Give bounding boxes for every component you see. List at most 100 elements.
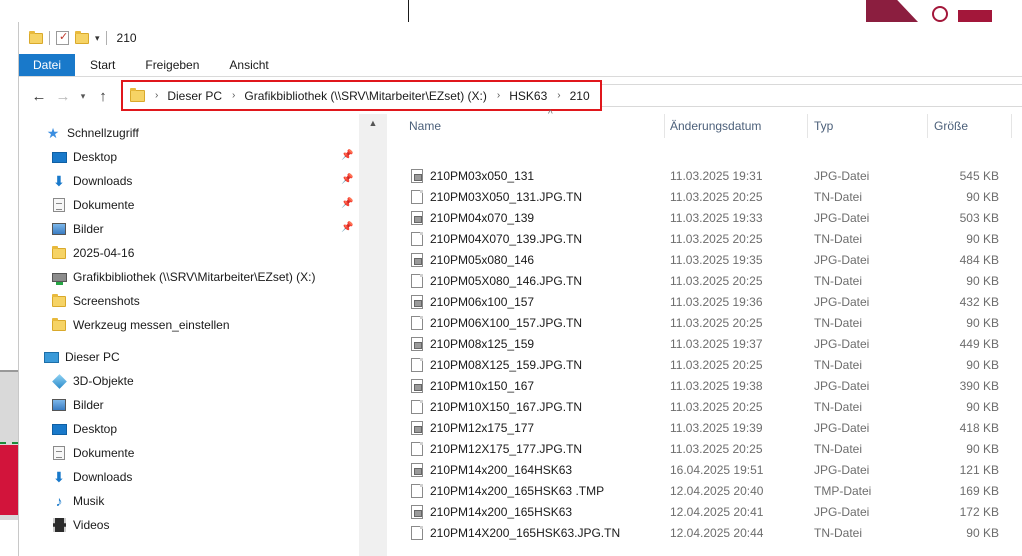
- file-type: TN-Datei: [814, 399, 863, 414]
- file-row[interactable]: 210PM04X070_139.JPG.TN 11.03.2025 20:25 TN…: [387, 228, 1022, 249]
- file-name: 210PM06x100_157: [430, 294, 535, 309]
- file-row[interactable]: 210PM05X080_146.JPG.TN 11.03.2025 20:25 TN…: [387, 270, 1022, 291]
- nav-this-pc[interactable]: Dieser PC: [43, 346, 120, 368]
- nav-label: Werkzeug messen_einstellen: [73, 318, 230, 332]
- address-bar-empty-area[interactable]: [602, 84, 1022, 107]
- nav-label: Schnellzugriff: [67, 126, 139, 140]
- file-row[interactable]: 210PM14X200_165HSK63.JPG.TN 12.04.2025 20…: [387, 522, 1022, 543]
- address-bar[interactable]: › Dieser PC › Grafikbibliothek (\\SRV\Mi…: [121, 80, 602, 111]
- pin-icon[interactable]: 📌: [341, 198, 353, 209]
- breadcrumb-drive[interactable]: Grafikbibliothek (\\SRV\Mitarbeiter\EZse…: [244, 89, 487, 103]
- file-date: 16.04.2025 19:51: [670, 462, 764, 477]
- pin-icon[interactable]: 📌: [341, 222, 353, 233]
- tab-view[interactable]: Ansicht: [214, 54, 283, 76]
- column-header-size[interactable]: Größe: [934, 114, 1004, 138]
- column-divider[interactable]: [664, 114, 665, 138]
- file-name: 210PM08X125_159.JPG.TN: [430, 357, 583, 372]
- column-divider[interactable]: [807, 114, 808, 138]
- recent-locations-chevron-icon[interactable]: ▾: [75, 91, 91, 102]
- file-row[interactable]: 210PM08x125_159 11.03.2025 19:37 JPG-Datei…: [387, 333, 1022, 354]
- customize-quick-access-icon[interactable]: ▾: [95, 33, 100, 44]
- column-divider[interactable]: [1011, 114, 1012, 138]
- chevron-right-icon[interactable]: ›: [497, 90, 500, 101]
- column-header-name[interactable]: Name ^: [409, 109, 659, 138]
- nav-item-pc-pictures[interactable]: Bilder: [51, 394, 104, 416]
- nav-item-videos[interactable]: Videos: [51, 514, 109, 536]
- folder-icon: [51, 245, 67, 261]
- nav-scrollbar[interactable]: [359, 114, 387, 556]
- file-row[interactable]: 210PM12X175_177.JPG.TN 11.03.2025 20:25 TN…: [387, 438, 1022, 459]
- forward-arrow-icon[interactable]: →: [51, 88, 75, 105]
- file-name: 210PM14x200_165HSK63 .TMP: [430, 483, 605, 498]
- file-row[interactable]: 210PM04x070_139 11.03.2025 19:33 JPG-Datei…: [387, 207, 1022, 228]
- chevron-right-icon[interactable]: ›: [232, 90, 235, 101]
- network-drive-icon: [51, 269, 67, 285]
- nav-item-3d-objects[interactable]: 3D-Objekte: [51, 370, 134, 392]
- file-date: 11.03.2025 19:35: [670, 252, 763, 267]
- nav-item-pictures[interactable]: Bilder: [51, 218, 104, 240]
- file-name: 210PM12x175_177: [430, 420, 535, 435]
- nav-item-music[interactable]: ♪ Musik: [51, 490, 105, 512]
- nav-item-screenshots[interactable]: Screenshots: [51, 290, 140, 312]
- background-graphic-node: [932, 6, 948, 22]
- nav-label: Dieser PC: [65, 350, 120, 364]
- back-arrow-icon[interactable]: ←: [27, 88, 51, 105]
- file-row[interactable]: 210PM14x200_165HSK63 12.04.2025 20:41 JPG-…: [387, 501, 1022, 522]
- column-header-date[interactable]: Änderungsdatum: [670, 114, 806, 138]
- file-date: 11.03.2025 19:33: [670, 210, 763, 225]
- file-size: 90 KB: [966, 357, 999, 372]
- file-row[interactable]: 210PM06X100_157.JPG.TN 11.03.2025 20:25 TN…: [387, 312, 1022, 333]
- breadcrumb-this-pc[interactable]: Dieser PC: [167, 89, 222, 103]
- file-row[interactable]: 210PM14x200_164HSK63 16.04.2025 19:51 JPG-…: [387, 459, 1022, 480]
- breadcrumb-current[interactable]: 210: [570, 89, 590, 103]
- file-row[interactable]: 210PM03x050_131 11.03.2025 19:31 JPG-Datei…: [387, 165, 1022, 186]
- downloads-icon: ⬇: [53, 172, 65, 189]
- documents-icon-shape: [53, 446, 65, 460]
- videos-icon-shape: [52, 518, 66, 532]
- nav-item-desktop[interactable]: Desktop: [51, 146, 117, 168]
- nav-quick-access[interactable]: ★ Schnellzugriff: [45, 122, 139, 144]
- column-header-type[interactable]: Typ: [814, 114, 924, 138]
- nav-item-pc-desktop[interactable]: Desktop: [51, 418, 117, 440]
- file-row[interactable]: 210PM06x100_157 11.03.2025 19:36 JPG-Datei…: [387, 291, 1022, 312]
- new-folder-icon[interactable]: [75, 30, 89, 44]
- file-type: JPG-Datei: [814, 252, 870, 267]
- file-row[interactable]: 210PM08X125_159.JPG.TN 11.03.2025 20:25 TN…: [387, 354, 1022, 375]
- tab-file[interactable]: Datei: [19, 54, 76, 76]
- file-row[interactable]: 210PM14x200_165HSK63 .TMP 12.04.2025 20:4…: [387, 480, 1022, 501]
- file-row[interactable]: 210PM10X150_167.JPG.TN 11.03.2025 20:25 TN…: [387, 396, 1022, 417]
- pin-icon[interactable]: 📌: [341, 150, 353, 161]
- nav-item-network-drive[interactable]: Grafikbibliothek (\\SRV\Mitarbeiter\EZse…: [51, 266, 316, 288]
- file-row[interactable]: 210PM03X050_131.JPG.TN 11.03.2025 20:25 TN…: [387, 186, 1022, 207]
- file-name: 210PM14x200_165HSK63: [430, 504, 573, 519]
- nav-item-documents[interactable]: Dokumente: [51, 194, 134, 216]
- up-arrow-icon[interactable]: ↑: [91, 88, 115, 105]
- computer-icon-shape: [43, 351, 59, 363]
- file-type: TN-Datei: [814, 441, 863, 456]
- image-file-icon: [411, 337, 423, 351]
- chevron-right-icon[interactable]: ›: [155, 90, 158, 101]
- nav-item-pc-downloads[interactable]: ⬇ Downloads: [51, 466, 132, 488]
- nav-item-werkzeug[interactable]: Werkzeug messen_einstellen: [51, 314, 230, 336]
- breadcrumb-hsk63[interactable]: HSK63: [509, 89, 547, 103]
- tab-start[interactable]: Start: [75, 54, 130, 76]
- chevron-right-icon[interactable]: ›: [557, 90, 560, 101]
- properties-icon[interactable]: [56, 30, 69, 45]
- file-name: 210PM08x125_159: [430, 336, 535, 351]
- file-date: 11.03.2025 19:36: [670, 294, 763, 309]
- scroll-up-icon[interactable]: ▲: [359, 114, 387, 132]
- file-row[interactable]: 210PM10x150_167 11.03.2025 19:38 JPG-Datei…: [387, 375, 1022, 396]
- tab-share[interactable]: Freigeben: [130, 54, 214, 76]
- desktop-icon: [51, 149, 67, 165]
- file-icon: [411, 400, 423, 414]
- file-row[interactable]: 210PM05x080_146 11.03.2025 19:35 JPG-Datei…: [387, 249, 1022, 270]
- nav-item-downloads[interactable]: ⬇ Downloads: [51, 170, 132, 192]
- file-name: 210PM04X070_139.JPG.TN: [430, 231, 583, 246]
- column-divider[interactable]: [927, 114, 928, 138]
- videos-icon: [51, 517, 67, 533]
- nav-item-pc-documents[interactable]: Dokumente: [51, 442, 134, 464]
- pin-icon[interactable]: 📌: [341, 174, 353, 185]
- file-row[interactable]: 210PM12x175_177 11.03.2025 19:39 JPG-Datei…: [387, 417, 1022, 438]
- file-type: TN-Datei: [814, 231, 863, 246]
- nav-item-folder-2025-04-16[interactable]: 2025-04-16: [51, 242, 134, 264]
